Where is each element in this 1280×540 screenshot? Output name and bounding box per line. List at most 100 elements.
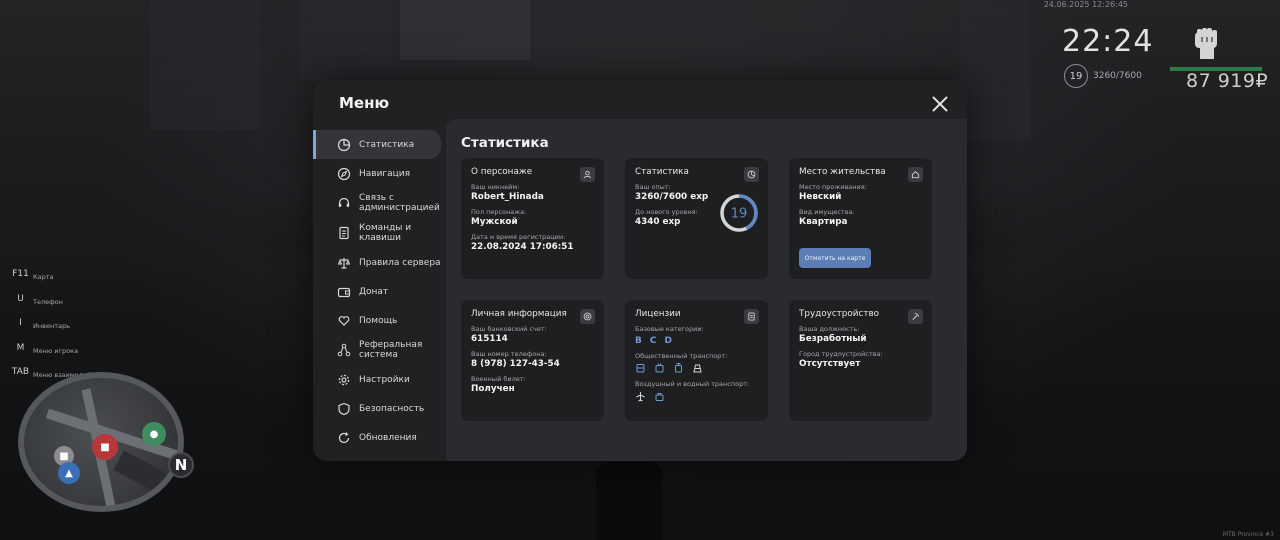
background-building — [960, 0, 1030, 140]
hotkey-label: Карта — [33, 273, 54, 282]
sidebar-item-label: Правила сервера — [359, 257, 441, 268]
sidebar-item-security[interactable]: Безопасность — [313, 394, 446, 423]
sidebar-item-updates[interactable]: Обновления — [313, 423, 446, 452]
sidebar-item-label: Команды и клавиши — [359, 223, 412, 243]
shop-marker-icon: ● — [142, 422, 166, 446]
hud-exp: 3260/7600 — [1093, 71, 1142, 81]
hotkey-label: Телефон — [33, 297, 63, 306]
background-building — [400, 0, 530, 60]
sidebar-item-label: Обновления — [359, 432, 417, 443]
residence-card: Место жительства Место проживания: Невск… — [789, 158, 932, 279]
sidebar-item-donate[interactable]: Донат — [313, 277, 446, 306]
exp-label: Ваш опыт: — [635, 183, 671, 191]
hotkey-map: F11 Карта — [8, 262, 111, 287]
bus-icon — [635, 363, 646, 374]
sidebar-item-label: Навигация — [359, 168, 411, 179]
sidebar-item-statistics[interactable]: Статистика — [313, 130, 441, 159]
north-indicator: N — [168, 452, 194, 478]
sidebar-item-settings[interactable]: Настройки — [313, 365, 446, 394]
sidebar-item-help[interactable]: Помощь — [313, 306, 446, 335]
hotkey-key: F11 — [12, 269, 29, 280]
heart-hands-icon — [337, 314, 351, 328]
registration-value: 22.08.2024 17:06:51 — [471, 242, 574, 252]
scales-icon — [337, 256, 351, 270]
content-panel: Статистика О персонаже Ваш никнейм: Robe… — [446, 119, 967, 461]
user-icon — [580, 167, 595, 182]
air-water-transport-list — [635, 391, 758, 402]
sidebar-item-rules[interactable]: Правила сервера — [313, 248, 446, 277]
sidebar-item-label: Безопасность — [359, 403, 425, 414]
document-icon — [337, 226, 351, 240]
gender-label: Пол персонажа: — [471, 208, 527, 216]
basic-categories-label: Базовые категории: — [635, 325, 704, 333]
stats-card: Статистика Ваш опыт: 3260/7600 exp До но… — [625, 158, 768, 279]
mark-on-map-button[interactable]: Отметить на карте — [799, 248, 871, 268]
fingerprint-icon — [580, 309, 595, 324]
card-title: Трудоустройство — [799, 309, 880, 319]
bus-station-marker-icon: ■ — [92, 434, 118, 460]
phone-value: 8 (978) 127-43-54 — [471, 359, 560, 369]
card-title: О персонаже — [471, 167, 533, 177]
sidebar-item-label: Реферальная система — [359, 340, 423, 360]
airplane-icon — [635, 391, 646, 402]
headset-icon — [337, 196, 351, 210]
phone-label: Ваш номер телефона: — [471, 350, 547, 358]
sidebar-item-navigation[interactable]: Навигация — [313, 159, 446, 188]
property-type-value: Квартира — [799, 217, 848, 227]
sidebar-item-referral[interactable]: Реферальная система — [313, 335, 446, 365]
sidebar-item-label: Донат — [359, 286, 389, 297]
close-icon[interactable] — [931, 95, 949, 113]
hotkey-key: U — [17, 293, 24, 304]
player-marker-icon: ▲ — [58, 462, 80, 484]
chart-pie-icon — [337, 138, 351, 152]
hotkey-label: Инвентарь — [33, 322, 70, 331]
public-transport-label: Общественный транспорт: — [635, 352, 728, 360]
hud-money: 87 919₽ — [1186, 70, 1269, 92]
military-id-value: Получен — [471, 384, 515, 394]
level-number: 19 — [731, 207, 748, 222]
server-watermark: MTB Province #3 — [1222, 531, 1274, 538]
character-card: О персонаже Ваш никнейм: Robert_Hinada П… — [461, 158, 604, 279]
refresh-icon — [337, 431, 351, 445]
sidebar-item-commands[interactable]: Команды и клавиши — [313, 218, 446, 248]
nickname-label: Ваш никнейм: — [471, 183, 520, 191]
card-title: Место жительства — [799, 167, 886, 177]
pickaxe-icon — [908, 309, 923, 324]
fist-icon — [1190, 26, 1222, 60]
sidebar-item-admin-contact[interactable]: Связь с администрацией — [313, 188, 446, 218]
home-icon — [908, 167, 923, 182]
card-title: Лицензии — [635, 309, 681, 319]
sidebar-item-label: Настройки — [359, 374, 410, 385]
gender-value: Мужской — [471, 217, 518, 227]
bank-account-label: Ваш банковский счет: — [471, 325, 547, 333]
gear-icon — [337, 373, 351, 387]
hotkey-label: Меню игрока — [33, 346, 79, 355]
hud-clock: 22:24 — [1062, 24, 1154, 59]
basic-categories-list: B C D — [635, 336, 758, 346]
trolleybus-icon — [654, 363, 665, 374]
license-category: C — [649, 336, 657, 346]
residence-place-label: Место проживания: — [799, 183, 867, 191]
train-icon — [692, 363, 703, 374]
work-city-label: Город трудоустройства: — [799, 350, 883, 358]
chart-pie-icon — [744, 167, 759, 182]
menu-title: Меню — [339, 94, 390, 112]
page-title: Статистика — [461, 135, 549, 151]
hotkey-key: I — [19, 318, 22, 329]
registration-label: Дата и время регистрации: — [471, 233, 566, 241]
hotkey-key: M — [16, 342, 25, 353]
hotkey-key: TAB — [11, 367, 30, 378]
boat-icon — [654, 391, 665, 402]
card-title: Статистика — [635, 167, 689, 177]
sidebar-item-label: Помощь — [359, 315, 398, 326]
public-transport-list — [635, 363, 758, 374]
hotkey-list: F11 Карта U Телефон I Инвентарь M Меню игрок… — [8, 262, 111, 385]
license-category: D — [664, 336, 672, 346]
background-building — [150, 0, 260, 130]
id-card-icon — [744, 309, 759, 324]
card-title: Личная информация — [471, 309, 567, 319]
hotkey-inventory: I Инвентарь — [8, 311, 111, 336]
network-icon — [337, 343, 351, 357]
player-character — [596, 462, 662, 540]
level-progress-ring: 19 — [720, 194, 758, 232]
